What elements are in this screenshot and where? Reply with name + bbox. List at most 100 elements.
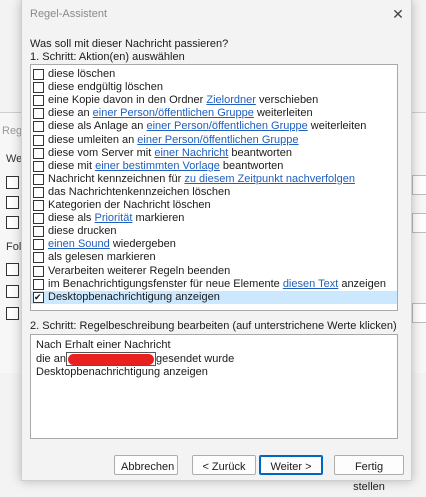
action-row[interactable]: einen Sound wiedergeben [31,238,397,251]
action-checkbox[interactable] [33,186,44,198]
background-label-2: Fol [6,241,22,253]
action-checkbox[interactable] [33,226,44,238]
action-link[interactable]: einer Nachricht [154,147,228,159]
action-label: Verarbeiten weiterer Regeln beenden [48,265,230,278]
action-row[interactable]: diese als Anlage an einer Person/öffentl… [31,120,397,133]
action-link[interactable]: diesen Text [283,278,338,290]
title-bar: Regel-Assistent ✕ [22,0,411,28]
redaction-mark [67,353,154,365]
action-label: das Nachrichtenkennzeichen löschen [48,186,230,199]
action-checkbox[interactable] [33,147,44,159]
action-text: Verarbeiten weiterer Regeln beenden [48,264,231,277]
action-text: Nachricht kennzeichnen für [48,172,185,185]
action-label: diese vom Server mit einer Nachricht bea… [48,147,292,160]
action-row[interactable]: Kategorien der Nachricht löschen [31,199,397,212]
action-text: verschieben [255,94,319,107]
finish-button[interactable]: Fertig stellen [334,455,404,493]
action-label: diese mit einer bestimmten Vorlage beant… [48,160,283,173]
action-row[interactable]: im Benachrichtigungsfenster für neue Ele… [31,278,397,291]
action-text: markieren [132,212,185,225]
action-link[interactable]: Priorität [94,212,132,224]
rules-wizard-dialog: Regel-Assistent ✕ Was soll mit dieser Na… [21,0,412,493]
action-row[interactable]: diese mit einer bestimmten Vorlage beant… [31,160,397,173]
action-text: im Benachrichtigungsfenster für neue Ele… [48,277,283,290]
action-link[interactable]: Zielordner [206,94,256,106]
background-label-1: We [6,153,23,165]
action-checkbox[interactable] [33,160,44,172]
action-text: diese als [48,212,95,225]
background-checkbox-6[interactable] [6,307,19,320]
rule-description-box[interactable]: Nach Erhalt einer Nachricht die an gesend… [30,334,398,439]
action-checkbox[interactable] [33,108,44,120]
action-row[interactable]: diese endgültig löschen [31,81,397,94]
action-row[interactable]: als gelesen markieren [31,251,397,264]
action-text: diese löschen [48,68,116,80]
action-row[interactable]: diese löschen [31,68,397,81]
background-checkbox-3[interactable] [6,216,19,229]
action-text: weiterleiten [307,120,367,133]
action-link[interactable]: einer Person/öffentlichen Gruppe [137,134,298,146]
action-row[interactable]: das Nachrichtenkennzeichen löschen [31,186,397,199]
action-checkbox[interactable] [33,95,44,107]
action-checkbox[interactable] [33,121,44,133]
action-label: Kategorien der Nachricht löschen [48,199,211,212]
action-checkbox[interactable] [33,134,44,146]
background-checkbox-5[interactable] [6,285,19,298]
action-checkbox[interactable] [33,200,44,211]
description-line-2: die an gesendet wurde [36,352,234,366]
action-label: einen Sound wiedergeben [48,238,176,251]
action-row[interactable]: eine Kopie davon in den Ordner Zielordne… [31,94,397,107]
action-text: eine Kopie davon in den Ordner [48,94,207,107]
actions-list[interactable]: diese löschen diese endgültig löschen eine… [30,64,398,311]
action-checkbox[interactable] [33,291,44,304]
action-row[interactable]: Verarbeiten weiterer Regeln beenden [31,265,397,278]
action-label: diese als Anlage an einer Person/öffentl… [48,120,366,133]
action-row[interactable]: diese als Priorität markieren [31,212,397,225]
action-text: diese endgültig löschen [48,81,163,94]
action-text: diese an [48,107,93,120]
action-checkbox[interactable] [33,265,44,277]
action-link[interactable]: einer Person/öffentlichen Gruppe [93,107,254,119]
cancel-button[interactable]: Abbrechen [114,455,178,475]
action-label: diese endgültig löschen [48,81,163,94]
background-field-3[interactable] [412,303,426,323]
action-checkbox[interactable] [33,82,44,94]
action-text: weiterleiten [253,107,313,120]
background-checkbox-2[interactable] [6,196,19,209]
next-button[interactable]: Weiter > [259,455,323,475]
action-row[interactable]: diese an einer Person/öffentlichen Grupp… [31,107,397,120]
action-checkbox[interactable] [33,252,44,264]
action-label: diese als Priorität markieren [48,212,184,225]
background-checkbox-4[interactable] [6,263,19,276]
action-label: diese umleiten an einer Person/öffentlic… [48,134,299,147]
background-field-1[interactable] [412,175,426,195]
action-row[interactable]: Nachricht kennzeichnen für zu diesem Zei… [31,173,397,186]
redacted-recipient-link[interactable] [65,352,156,366]
description-line-1: Nach Erhalt einer Nachricht [36,339,171,351]
action-row[interactable]: Desktopbenachrichtigung anzeigen [31,290,397,304]
action-row[interactable]: diese drucken [31,225,397,238]
action-label: im Benachrichtigungsfenster für neue Ele… [48,278,386,291]
action-link[interactable]: einer Person/öffentlichen Gruppe [146,120,307,132]
action-text: diese mit [48,159,96,172]
background-checkbox-1[interactable] [6,176,19,189]
action-text: wiedergeben [109,238,176,251]
action-link[interactable]: zu diesem Zeitpunkt nachverfolgen [184,173,355,185]
description-line-2-prefix: die an [36,353,66,365]
action-label: Desktopbenachrichtigung anzeigen [48,291,220,304]
action-link[interactable]: einer bestimmten Vorlage [95,160,220,172]
action-text: diese als Anlage an [48,120,147,133]
action-checkbox[interactable] [33,239,44,251]
action-row[interactable]: diese umleiten an einer Person/öffentlic… [31,134,397,147]
action-checkbox[interactable] [33,69,44,80]
background-field-2[interactable] [412,213,426,233]
back-button[interactable]: < Zurück [192,455,256,475]
action-label: diese löschen [48,68,115,81]
action-row[interactable]: diese vom Server mit einer Nachricht bea… [31,147,397,160]
close-icon[interactable]: ✕ [388,4,408,24]
action-checkbox[interactable] [33,278,44,290]
action-link[interactable]: einen Sound [48,238,110,250]
action-checkbox[interactable] [33,173,44,185]
action-checkbox[interactable] [33,213,44,225]
dialog-title: Regel-Assistent [30,8,108,20]
